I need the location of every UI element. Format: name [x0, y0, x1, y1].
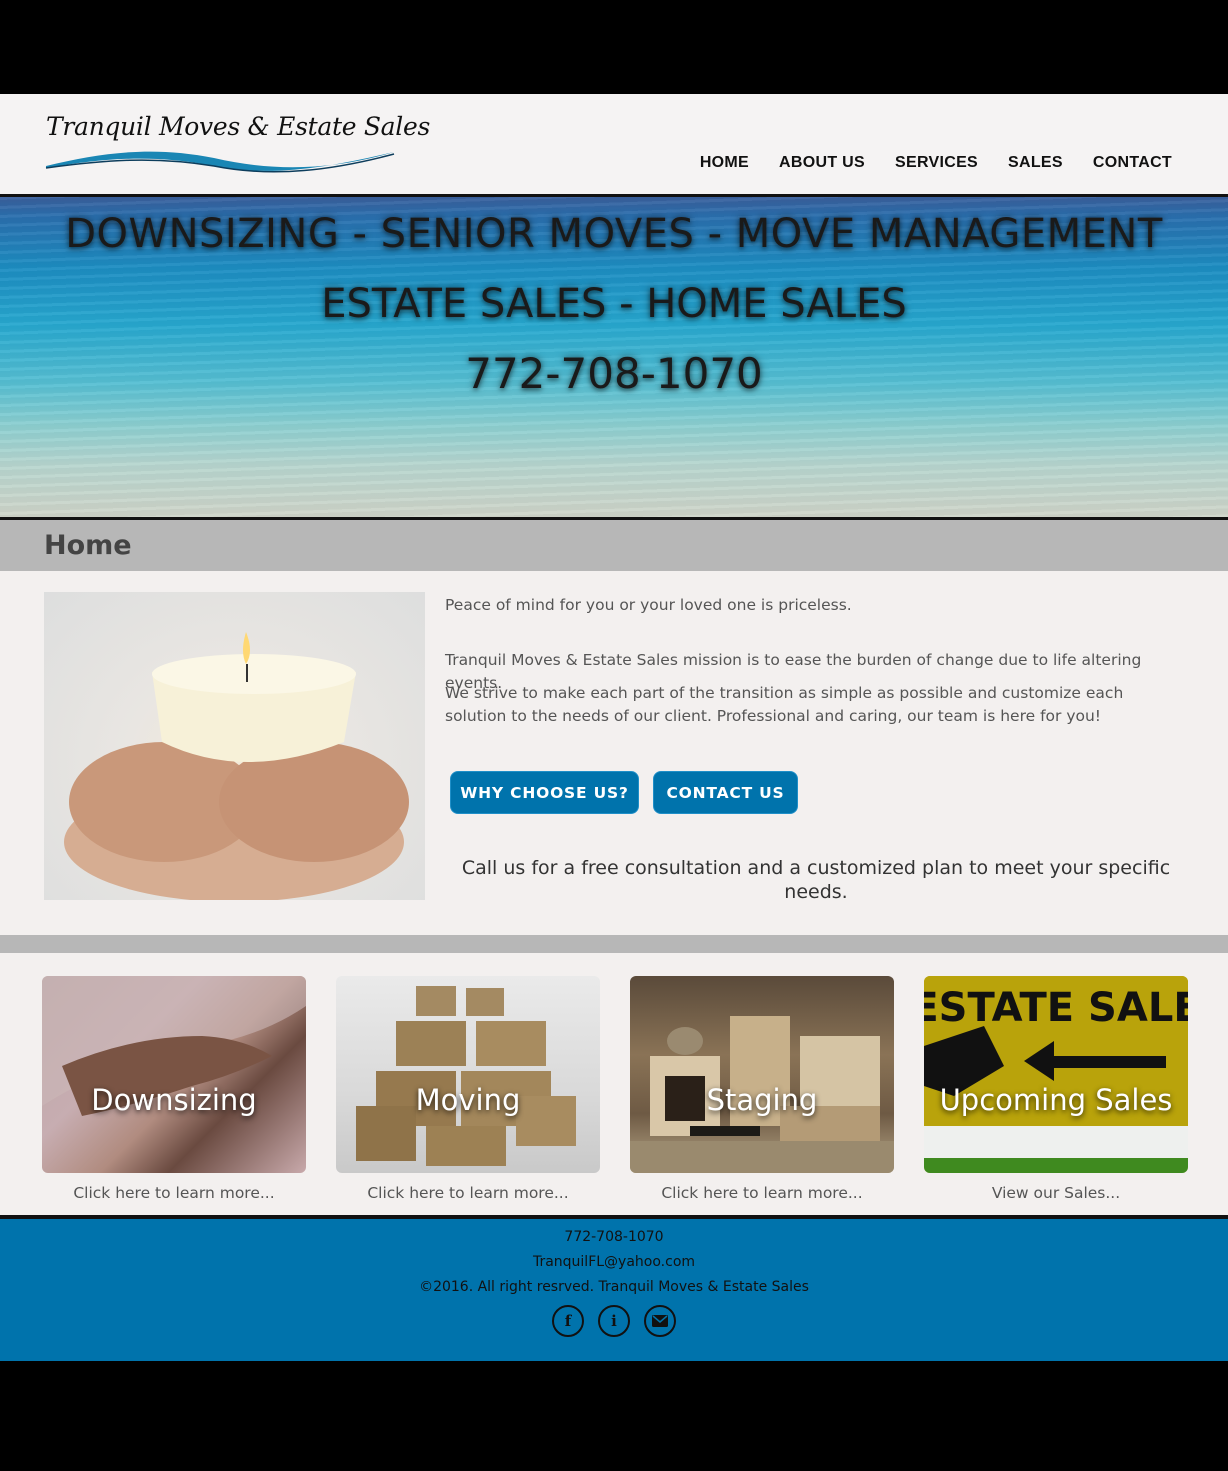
downsizing-image — [42, 976, 306, 1116]
site-footer: 772-708-1070 TranquilFL@yahoo.com ©2016.… — [0, 1219, 1228, 1361]
contact-us-button[interactable]: CONTACT US — [653, 771, 798, 814]
tile-moving[interactable]: Moving — [336, 976, 600, 1173]
facebook-icon[interactable]: f — [552, 1305, 584, 1337]
main-nav: HOME ABOUT US SERVICES SALES CONTACT — [700, 154, 1172, 172]
nav-home[interactable]: HOME — [700, 154, 749, 172]
logo-text: Tranquil Moves & Estate Sales — [46, 112, 430, 141]
tile-label: Staging — [706, 1083, 818, 1117]
page-title-bar: Home — [0, 520, 1228, 571]
footer-email[interactable]: TranquilFL@yahoo.com — [0, 1254, 1228, 1270]
estate-sale-sign-image: ESTATE SALE — [924, 976, 1188, 1173]
intro-description: We strive to make each part of the trans… — [445, 684, 1124, 725]
nav-about-us[interactable]: ABOUT US — [779, 154, 865, 172]
hero-services-line: DOWNSIZING - SENIOR MOVES - MOVE MANAGEM… — [65, 211, 1163, 257]
social-icons: f i — [0, 1305, 1228, 1337]
nav-sales[interactable]: SALES — [1008, 154, 1063, 172]
site-logo[interactable]: Tranquil Moves & Estate Sales — [44, 108, 430, 180]
tile-label: Moving — [415, 1083, 521, 1117]
tile-downsizing[interactable]: Downsizing — [42, 976, 306, 1173]
footer-copyright: ©2016. All right resrved. Tranquil Moves… — [419, 1279, 809, 1295]
tile-caption-moving[interactable]: Click here to learn more... — [336, 1184, 600, 1202]
page-title: Home — [44, 530, 132, 561]
nav-services[interactable]: SERVICES — [895, 154, 978, 172]
tile-caption-sales[interactable]: View our Sales... — [924, 1184, 1188, 1202]
email-icon[interactable] — [644, 1305, 676, 1337]
hero-phone: 772-708-1070 — [465, 349, 763, 398]
footer-phone[interactable]: 772-708-1070 — [0, 1229, 1228, 1245]
nav-contact[interactable]: CONTACT — [1093, 154, 1172, 172]
page: Tranquil Moves & Estate Sales HOME ABOUT… — [0, 94, 1228, 1361]
tile-upcoming-sales[interactable]: ESTATE SALE Upcoming Sales — [924, 976, 1188, 1173]
hero-banner: DOWNSIZING - SENIOR MOVES - MOVE MANAGEM… — [0, 197, 1228, 517]
intro-tagline: Peace of mind for you or your loved one … — [445, 596, 852, 614]
logo-wave-icon — [45, 151, 395, 173]
estate-sale-sign-text: ESTATE SALE — [924, 985, 1188, 1031]
why-choose-us-button[interactable]: WHY CHOOSE US? — [450, 771, 639, 814]
tile-staging[interactable]: Staging — [630, 976, 894, 1173]
consultation-callout: Call us for a free consultation and a cu… — [461, 857, 1171, 903]
info-icon[interactable]: i — [598, 1305, 630, 1337]
moving-boxes-image — [356, 986, 576, 1166]
hero-sales-line: ESTATE SALES - HOME SALES — [321, 281, 907, 327]
candle-hands-image — [44, 592, 425, 900]
site-header: Tranquil Moves & Estate Sales HOME ABOUT… — [0, 94, 1228, 197]
staging-room-image — [630, 1016, 894, 1173]
tile-label: Downsizing — [91, 1083, 257, 1117]
section-divider — [0, 935, 1228, 953]
tile-label: Upcoming Sales — [939, 1083, 1173, 1117]
tile-caption-staging[interactable]: Click here to learn more... — [630, 1184, 894, 1202]
tile-caption-downsizing[interactable]: Click here to learn more... — [42, 1184, 306, 1202]
